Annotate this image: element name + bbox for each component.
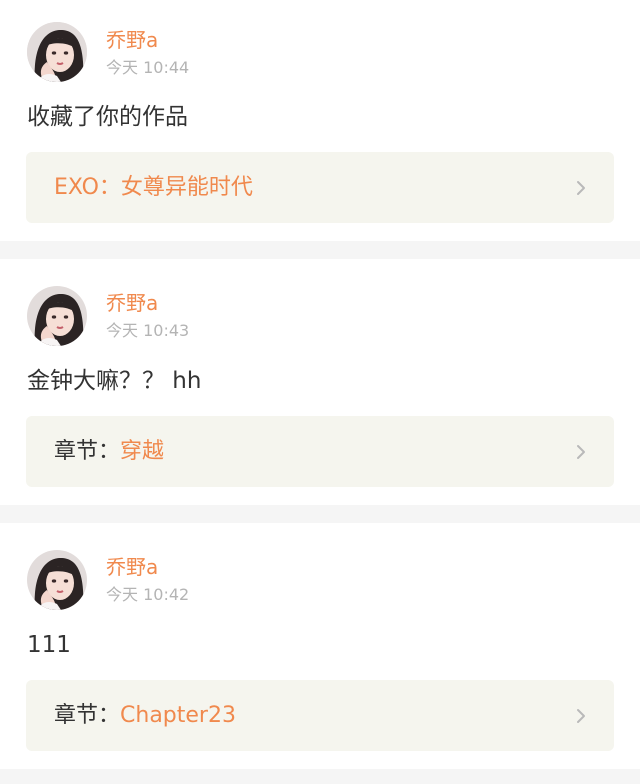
work-link-label: EXO：女尊异能时代 — [54, 173, 253, 203]
notification-card: 乔野a 今天 10:42 111 章节：Chapter23 — [0, 523, 640, 769]
message-text: 金钟大嘛？？ hh — [27, 368, 202, 394]
avatar[interactable] — [27, 22, 87, 82]
link-prefix: 章节： — [54, 439, 121, 464]
message-text: 111 — [27, 632, 71, 658]
link-value: EXO：女尊异能时代 — [54, 175, 253, 200]
username[interactable]: 乔野a — [106, 555, 158, 579]
timestamp: 今天 10:42 — [106, 585, 190, 604]
timestamp: 今天 10:43 — [106, 321, 190, 340]
message-text: 收藏了你的作品 — [27, 104, 188, 130]
chapter-link[interactable]: 章节：穿越 — [26, 416, 614, 487]
notification-card: 乔野a 今天 10:43 金钟大嘛？？ hh 章节：穿越 — [0, 259, 640, 505]
work-link[interactable]: EXO：女尊异能时代 — [26, 152, 614, 223]
chevron-right-icon — [577, 709, 585, 723]
avatar[interactable] — [27, 550, 87, 610]
link-value: Chapter23 — [120, 703, 236, 728]
chapter-link[interactable]: 章节：Chapter23 — [26, 680, 614, 751]
avatar-image — [27, 550, 87, 610]
avatar-image — [27, 22, 87, 82]
chapter-link-label: 章节：Chapter23 — [54, 701, 236, 731]
avatar-image — [27, 286, 87, 346]
notification-card: 乔野a 今天 10:44 收藏了你的作品 EXO：女尊异能时代 — [0, 0, 640, 241]
link-value: 穿越 — [120, 439, 165, 464]
link-prefix: 章节： — [54, 703, 121, 728]
chapter-link-label: 章节：穿越 — [54, 437, 164, 467]
chevron-right-icon — [577, 181, 585, 195]
chevron-right-icon — [577, 445, 585, 459]
username[interactable]: 乔野a — [106, 291, 158, 315]
avatar[interactable] — [27, 286, 87, 346]
timestamp: 今天 10:44 — [106, 58, 190, 77]
username[interactable]: 乔野a — [106, 28, 158, 52]
